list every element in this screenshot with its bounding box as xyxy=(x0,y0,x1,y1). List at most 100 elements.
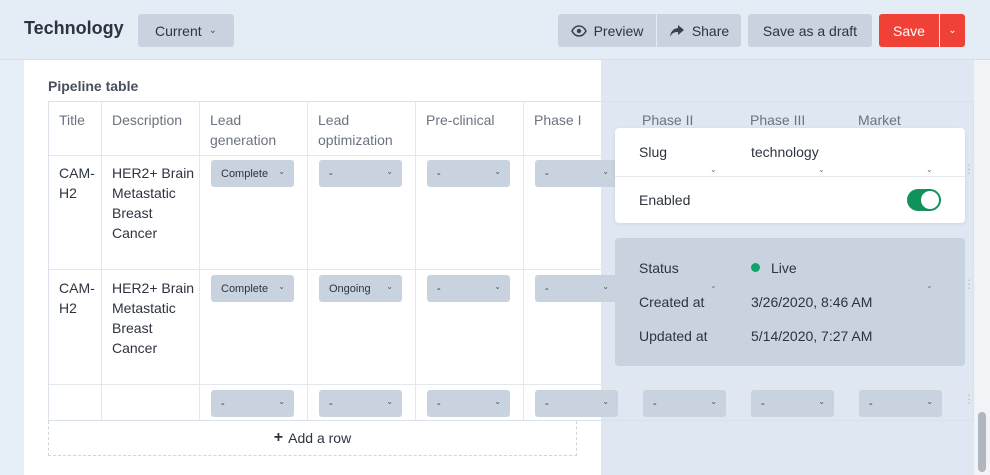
enabled-toggle[interactable] xyxy=(907,189,941,211)
column-header-pre-clinical: Pre-clinical xyxy=(426,112,495,128)
column-divider xyxy=(415,102,416,420)
stage-select[interactable]: Complete ⌄ xyxy=(211,275,294,302)
stage-select-value: - xyxy=(329,397,333,410)
panel-divider xyxy=(615,176,965,177)
stage-select-value: - xyxy=(869,397,873,410)
stage-select-value: - xyxy=(545,167,549,180)
stage-select[interactable]: - ⌄ xyxy=(427,390,510,417)
chevron-down-icon: ⌄ xyxy=(818,397,825,406)
chevron-down-icon: ⌄ xyxy=(926,281,933,290)
slug-input[interactable]: technology xyxy=(751,144,819,160)
slug-label: Slug xyxy=(639,144,668,160)
share-label: Share xyxy=(691,22,730,39)
chevron-down-icon: ⌄ xyxy=(948,25,957,36)
column-header-phase-2: Phase II xyxy=(642,112,694,128)
chevron-down-icon: ⌄ xyxy=(494,282,501,291)
chevron-down-icon: ⌄ xyxy=(386,167,393,176)
stage-select-value: - xyxy=(221,397,225,410)
row-divider xyxy=(49,384,975,385)
stage-select-value: - xyxy=(545,282,549,295)
chevron-down-icon: ⌄ xyxy=(602,397,609,406)
status-live-dot xyxy=(751,263,760,272)
stage-select-value: - xyxy=(329,167,333,180)
stage-select-value: - xyxy=(437,282,441,295)
page-title: Technology xyxy=(24,18,124,38)
chevron-down-icon: ⌄ xyxy=(278,282,285,291)
save-button[interactable]: Save xyxy=(879,14,939,47)
row-title[interactable]: CAM-H2 xyxy=(59,278,95,318)
stage-select-value: Complete xyxy=(221,282,269,295)
updated-value: 5/14/2020, 7:27 AM xyxy=(751,328,873,344)
stage-select-value: - xyxy=(761,397,765,410)
chevron-down-icon: ⌄ xyxy=(602,282,609,291)
add-row-button[interactable]: + Add a row xyxy=(48,421,577,456)
stage-select[interactable]: - ⌄ xyxy=(535,390,618,417)
stage-select[interactable]: - ⌄ xyxy=(319,160,402,187)
scrollbar-thumb[interactable] xyxy=(978,412,986,472)
stage-select-value: - xyxy=(653,397,657,410)
stage-select[interactable]: - ⌄ xyxy=(643,390,726,417)
column-divider xyxy=(307,102,308,420)
created-value: 3/26/2020, 8:46 AM xyxy=(751,294,873,310)
status-panel: Status Live ⌄ ⌄ Created at 3/26/2020, 8:… xyxy=(615,238,965,366)
chevron-down-icon: ⌄ xyxy=(494,167,501,176)
chevron-down-icon: ⌄ xyxy=(818,165,825,174)
chevron-down-icon: ⌄ xyxy=(278,167,285,176)
top-bar: Technology Current ⌄ Preview Share Save … xyxy=(0,0,990,60)
share-button[interactable]: Share xyxy=(657,14,741,47)
save-draft-button[interactable]: Save as a draft xyxy=(748,14,872,47)
stage-select-value: - xyxy=(545,397,549,410)
chevron-down-icon: ⌄ xyxy=(602,167,609,176)
stage-select[interactable]: - ⌄ xyxy=(535,275,618,302)
row-description[interactable]: HER2+ Brain Metastatic Breast Cancer xyxy=(112,278,196,358)
row-title[interactable]: CAM-H2 xyxy=(59,163,95,203)
stage-select[interactable]: Complete ⌄ xyxy=(211,160,294,187)
share-icon xyxy=(669,24,684,37)
chevron-down-icon: ⌄ xyxy=(710,397,717,406)
stage-select[interactable]: - ⌄ xyxy=(535,160,618,187)
chevron-down-icon: ⌄ xyxy=(926,165,933,174)
column-header-phase-3: Phase III xyxy=(750,112,806,128)
stage-select[interactable]: - ⌄ xyxy=(427,160,510,187)
column-header-lead-generation: Lead generation xyxy=(210,112,277,148)
stage-select[interactable]: - ⌄ xyxy=(211,390,294,417)
column-header-description: Description xyxy=(112,112,183,128)
preview-label: Preview xyxy=(593,22,644,39)
chevron-down-icon: ⌄ xyxy=(710,281,717,290)
column-header-phase-1: Phase I xyxy=(534,112,582,128)
add-row-label: Add a row xyxy=(288,430,352,446)
chevron-down-icon: ⌄ xyxy=(926,397,933,406)
save-options-button[interactable]: ⌄ xyxy=(940,14,965,47)
column-divider xyxy=(101,102,102,420)
version-select[interactable]: Current ⌄ xyxy=(138,14,234,47)
stage-select[interactable]: - ⌄ xyxy=(751,390,834,417)
column-header-lead-optimization: Lead optimization xyxy=(318,112,393,148)
row-description[interactable]: HER2+ Brain Metastatic Breast Cancer xyxy=(112,163,196,243)
column-header-title: Title xyxy=(59,112,85,128)
chevron-down-icon: ⌄ xyxy=(386,282,393,291)
eye-icon xyxy=(570,24,587,37)
stage-select[interactable]: Ongoing ⌄ xyxy=(319,275,402,302)
stage-select-value: Ongoing xyxy=(329,282,371,295)
plus-icon: + xyxy=(273,429,284,446)
created-label: Created at xyxy=(639,294,705,310)
chevron-down-icon: ⌄ xyxy=(278,397,285,406)
stage-select[interactable]: - ⌄ xyxy=(859,390,942,417)
stage-select[interactable]: - ⌄ xyxy=(319,390,402,417)
stage-select-value: - xyxy=(437,167,441,180)
stage-select-value: Complete xyxy=(221,167,269,180)
preview-button[interactable]: Preview xyxy=(558,14,656,47)
chevron-down-icon: ⌄ xyxy=(710,165,717,174)
drag-handle-icon[interactable]: ⋮ xyxy=(963,392,975,406)
column-divider xyxy=(199,102,200,420)
enabled-label: Enabled xyxy=(639,192,691,208)
stage-select[interactable]: - ⌄ xyxy=(427,275,510,302)
status-value: Live xyxy=(771,260,797,276)
stage-select-value: - xyxy=(437,397,441,410)
column-header-market: Market xyxy=(858,112,901,128)
settings-panel: Slug technology ⌄ ⌄ ⌄ Enabled xyxy=(615,128,965,223)
updated-label: Updated at xyxy=(639,328,708,344)
pipeline-label: Pipeline table xyxy=(48,78,139,94)
chevron-down-icon: ⌄ xyxy=(386,397,393,406)
column-divider xyxy=(523,102,524,420)
